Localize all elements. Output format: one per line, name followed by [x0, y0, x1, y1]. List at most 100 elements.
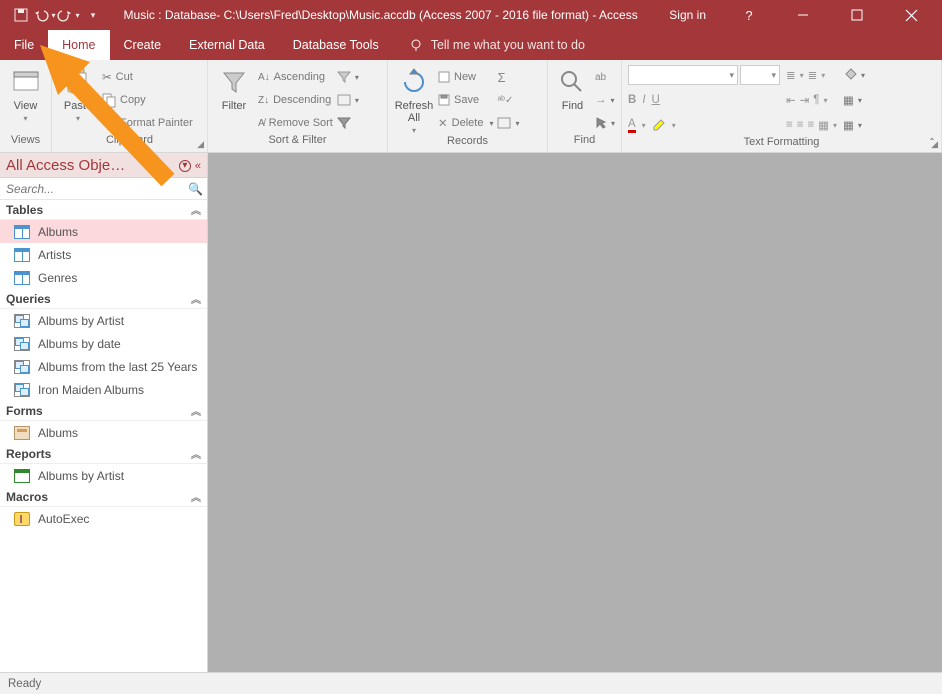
- align-center-button[interactable]: ≡: [797, 119, 804, 131]
- goto-button[interactable]: →▾: [595, 89, 615, 111]
- bullets-button[interactable]: ≣: [786, 68, 796, 82]
- navigation-pane-header[interactable]: All Access Obje… ▾ «: [0, 154, 207, 178]
- filter-button[interactable]: Filter: [214, 64, 254, 112]
- undo-icon[interactable]: ▾: [34, 4, 56, 26]
- navigation-search[interactable]: 🔍: [0, 178, 207, 200]
- underline-button[interactable]: U: [652, 94, 660, 106]
- cut-icon: ✂: [102, 70, 112, 84]
- table-icon: [14, 248, 30, 262]
- find-button[interactable]: Find: [554, 64, 591, 112]
- increase-indent-button[interactable]: ⇥: [800, 93, 810, 107]
- totals-button[interactable]: Σ: [497, 66, 519, 88]
- category-reports[interactable]: Reports︽: [0, 444, 207, 464]
- paste-button[interactable]: Paste ▾: [58, 64, 98, 123]
- tell-me-input[interactable]: [429, 37, 629, 53]
- new-record-button[interactable]: New: [438, 66, 493, 88]
- query-item-albums-by-date[interactable]: Albums by date: [0, 332, 207, 355]
- sign-in-link[interactable]: Sign in: [657, 8, 718, 22]
- query-item-albums-by-artist[interactable]: Albums by Artist: [0, 309, 207, 332]
- minimize-icon[interactable]: [780, 0, 826, 30]
- redo-icon[interactable]: ▾: [58, 4, 80, 26]
- new-label: New: [454, 71, 476, 83]
- chevron-up-icon: ︽: [191, 489, 201, 504]
- cut-label: Cut: [116, 71, 133, 83]
- italic-button[interactable]: I: [642, 94, 645, 106]
- refresh-all-button[interactable]: Refresh All ▾: [394, 64, 434, 135]
- query-item-iron-maiden[interactable]: Iron Maiden Albums: [0, 378, 207, 401]
- view-button[interactable]: View ▾: [6, 64, 45, 123]
- select-button[interactable]: ▾: [595, 112, 615, 134]
- alternate-row-button[interactable]: ▦: [843, 93, 854, 107]
- numbering-button[interactable]: ≣: [808, 68, 818, 82]
- table-item-genres[interactable]: Genres: [0, 266, 207, 289]
- report-item-albums-by-artist[interactable]: Albums by Artist: [0, 464, 207, 487]
- save-record-icon: [438, 94, 450, 106]
- copy-label: Copy: [120, 94, 146, 106]
- qat-customize-icon[interactable]: ▾: [82, 4, 104, 26]
- align-left-button[interactable]: ≡: [786, 119, 793, 131]
- form-item-albums[interactable]: Albums: [0, 421, 207, 444]
- group-text-formatting: ▾ ▾ B I U A▾ ▾ ≣▾ ≣▾ ⇤: [622, 60, 942, 152]
- descending-button[interactable]: Z↓Descending: [258, 89, 333, 111]
- align-right-button[interactable]: ≡: [807, 119, 814, 131]
- category-forms-label: Forms: [6, 404, 43, 418]
- navigation-search-input[interactable]: [4, 181, 188, 197]
- format-painter-button[interactable]: Format Painter: [102, 112, 193, 134]
- save-icon[interactable]: [10, 4, 32, 26]
- cut-button[interactable]: ✂ Cut: [102, 66, 193, 88]
- tab-create[interactable]: Create: [110, 30, 176, 60]
- replace-button[interactable]: ab: [595, 66, 615, 88]
- category-macros[interactable]: Macros︽: [0, 487, 207, 507]
- ribbon: View ▾ Views Paste ▾ ✂Cut Copy Format Pa…: [0, 60, 942, 153]
- macro-item-autoexec[interactable]: AutoExec: [0, 507, 207, 530]
- collapse-ribbon-icon[interactable]: ˆ: [930, 138, 934, 150]
- category-forms[interactable]: Forms︽: [0, 401, 207, 421]
- clipboard-launcher-icon[interactable]: ◢: [197, 139, 204, 150]
- delete-record-button[interactable]: ✕Delete▾: [438, 112, 493, 134]
- copy-button[interactable]: Copy: [102, 89, 193, 111]
- category-queries[interactable]: Queries︽: [0, 289, 207, 309]
- tab-database-tools[interactable]: Database Tools: [279, 30, 393, 60]
- highlight-button[interactable]: [652, 118, 666, 133]
- font-size-combo[interactable]: ▾: [740, 65, 780, 85]
- window-title: Music : Database- C:\Users\Fred\Desktop\…: [104, 8, 657, 22]
- tab-file[interactable]: File: [0, 30, 48, 60]
- category-tables[interactable]: Tables︽: [0, 200, 207, 220]
- toggle-filter-button[interactable]: [337, 112, 359, 134]
- gridlines-button[interactable]: ▦: [818, 118, 829, 132]
- item-label: Albums: [38, 225, 78, 239]
- font-name-combo[interactable]: ▾: [628, 65, 738, 85]
- text-direction-button[interactable]: ¶: [813, 94, 819, 106]
- group-label-records: Records: [388, 135, 547, 152]
- spelling-icon: ᵃᵇ✓: [497, 95, 513, 106]
- decrease-indent-button[interactable]: ⇤: [786, 93, 796, 107]
- search-icon[interactable]: 🔍: [188, 182, 203, 196]
- tell-me-search[interactable]: [393, 30, 629, 60]
- font-color-button[interactable]: A: [628, 118, 636, 133]
- fill-color-button[interactable]: [843, 68, 857, 83]
- more-records-button[interactable]: ▾: [497, 112, 519, 134]
- tab-external-data[interactable]: External Data: [175, 30, 279, 60]
- navigation-pane: All Access Obje… ▾ « 🔍 Tables︽ Albums Ar…: [0, 153, 208, 672]
- item-label: AutoExec: [38, 512, 89, 526]
- conditional-format-button[interactable]: ▦: [843, 118, 854, 132]
- advanced-filter-button[interactable]: ▾: [337, 89, 359, 111]
- save-record-button[interactable]: Save: [438, 89, 493, 111]
- nav-dropdown-icon[interactable]: ▾: [179, 160, 191, 172]
- table-icon: [14, 271, 30, 285]
- remove-sort-label: Remove Sort: [269, 117, 333, 129]
- ascending-button[interactable]: A↓Ascending: [258, 66, 333, 88]
- selection-filter-button[interactable]: ▾: [337, 66, 359, 88]
- table-item-albums[interactable]: Albums: [0, 220, 207, 243]
- tab-home[interactable]: Home: [48, 30, 109, 60]
- query-item-last-25-years[interactable]: Albums from the last 25 Years: [0, 355, 207, 378]
- table-item-artists[interactable]: Artists: [0, 243, 207, 266]
- nav-collapse-icon[interactable]: «: [195, 160, 201, 172]
- help-icon[interactable]: ?: [726, 0, 772, 30]
- close-icon[interactable]: [888, 0, 934, 30]
- maximize-icon[interactable]: [834, 0, 880, 30]
- remove-sort-button[interactable]: A̸Remove Sort: [258, 112, 333, 134]
- delete-icon: ✕: [438, 116, 448, 130]
- bold-button[interactable]: B: [628, 94, 636, 106]
- spelling-button[interactable]: ᵃᵇ✓: [497, 89, 519, 111]
